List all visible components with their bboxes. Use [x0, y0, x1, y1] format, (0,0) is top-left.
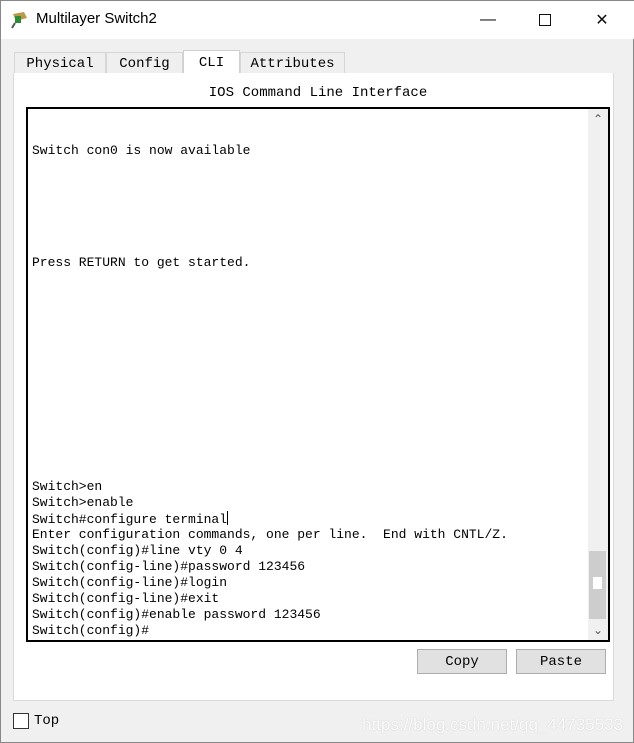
terminal-line: Switch(config-line)#login [32, 575, 228, 590]
watermark: https://blog.csdn.net/qq_44735533 [362, 715, 623, 734]
tab-physical[interactable]: Physical [14, 52, 106, 74]
close-icon: ✕ [595, 12, 609, 29]
paste-button[interactable]: Paste [516, 649, 606, 674]
tab-cli[interactable]: CLI [183, 50, 240, 74]
window-title: Multilayer Switch2 [36, 10, 157, 27]
close-button[interactable]: ✕ [579, 1, 625, 39]
maximize-icon [539, 14, 551, 26]
top-label: Top [34, 713, 60, 729]
scroll-up-icon[interactable]: ⌃ [588, 112, 608, 126]
terminal-line: Switch>en [32, 479, 103, 494]
terminal-output[interactable]: Switch con0 is now available Press RETURN… [32, 111, 508, 639]
tab-attributes[interactable]: Attributes [240, 52, 345, 74]
top-checkbox[interactable] [13, 713, 29, 729]
text-cursor [227, 511, 229, 525]
switch-app-icon [11, 12, 27, 29]
scroll-down-icon[interactable]: ⌄ [588, 623, 608, 637]
cli-heading: IOS Command Line Interface [208, 85, 428, 101]
terminal-line: Enter configuration commands, one per li… [32, 527, 508, 542]
tab-config[interactable]: Config [106, 52, 183, 74]
tab-bar: Physical Config CLI Attributes [14, 50, 345, 74]
terminal-line: Switch(config-line)#exit [32, 591, 220, 606]
terminal-line: Switch(config)#enable password 123456 [32, 607, 321, 622]
minimize-button[interactable]: — [465, 1, 511, 39]
maximize-button[interactable] [522, 1, 568, 39]
terminal-line: Press RETURN to get started. [32, 255, 251, 270]
terminal-scrollbar[interactable]: ⌃ ⌄ [588, 109, 608, 640]
terminal-line: Switch>enable [32, 495, 134, 510]
terminal-line: Switch#configure terminal [32, 511, 229, 527]
terminal-line: Switch(config)#line vty 0 4 [32, 543, 243, 558]
terminal-line: Switch(config-line)#password 123456 [32, 559, 306, 574]
terminal-line: Switch con0 is now available [32, 143, 251, 158]
terminal-line: Switch(config)# [32, 623, 150, 638]
scrollbar-thumb[interactable] [589, 551, 606, 619]
cli-terminal[interactable]: Switch con0 is now available Press RETURN… [26, 107, 610, 642]
title-bar: Multilayer Switch2 — ✕ [1, 1, 634, 39]
minimize-icon: — [480, 11, 496, 28]
copy-button[interactable]: Copy [417, 649, 507, 674]
